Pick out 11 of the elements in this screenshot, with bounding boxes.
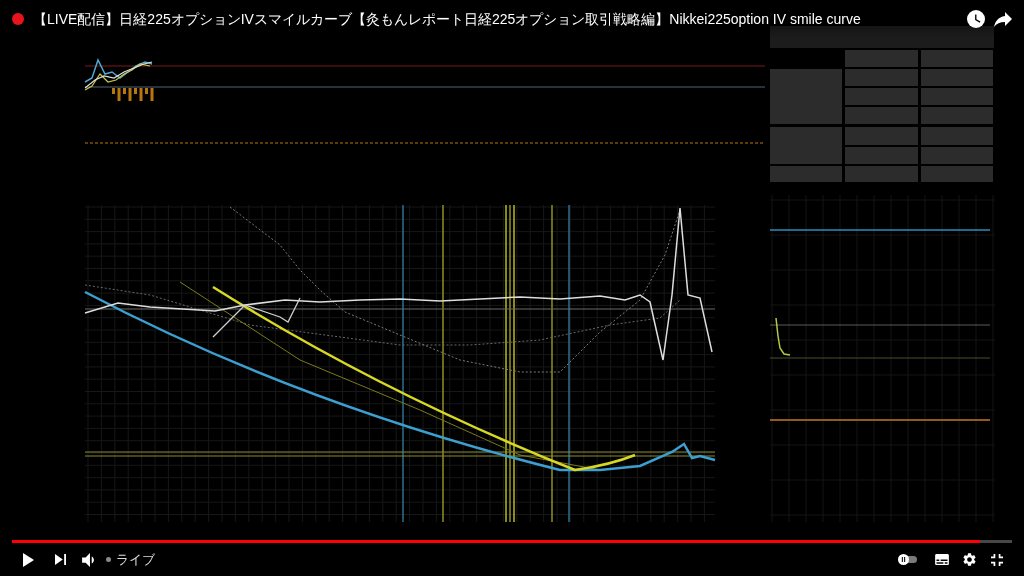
video-title[interactable]: 【LIVE配信】日経225オプションIVスマイルカーブ【灸もんレポート日経225オプション取引戦略編】Nikkei225option IV smile curve <box>33 10 861 28</box>
subtitles-icon[interactable] <box>935 554 949 565</box>
autoplay-toggle[interactable] <box>898 554 918 565</box>
share-icon[interactable] <box>994 11 1012 27</box>
settings-icon[interactable] <box>963 553 976 566</box>
live-label[interactable]: ライブ <box>116 551 155 568</box>
fullscreen-exit-icon[interactable] <box>991 553 1003 566</box>
skip-next-icon[interactable] <box>55 554 66 565</box>
play-icon[interactable] <box>23 552 34 567</box>
clock-icon[interactable] <box>967 10 985 28</box>
volume-icon[interactable] <box>82 552 94 567</box>
